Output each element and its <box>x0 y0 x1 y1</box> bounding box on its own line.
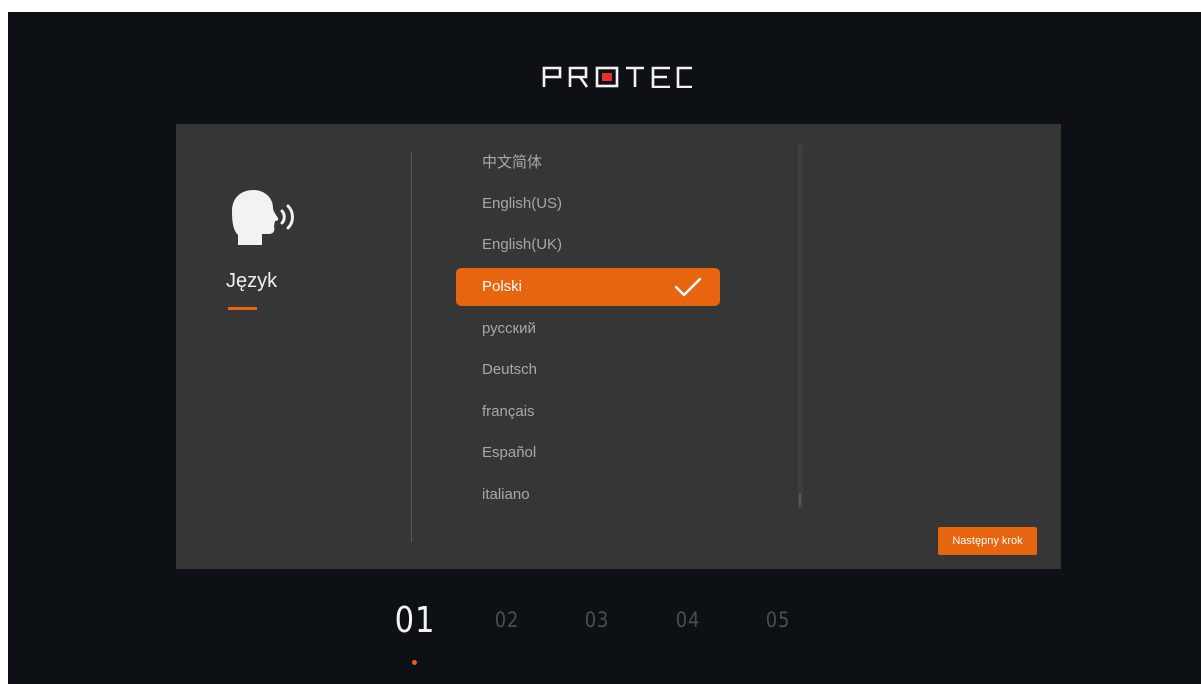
language-option-label: 中文简体 <box>482 154 543 171</box>
protec-logo-mark <box>542 66 692 88</box>
language-option-russian[interactable]: русский <box>456 310 720 348</box>
language-option-label: Español <box>482 444 537 461</box>
language-option-label: Deutsch <box>482 361 538 378</box>
step-04[interactable]: 04 <box>663 608 714 632</box>
language-option-italiano[interactable]: italiano <box>456 476 720 514</box>
scrollbar-thumb[interactable] <box>799 494 801 506</box>
protec-logo <box>538 62 698 92</box>
speaking-head-icon <box>232 190 294 245</box>
language-option-espanol[interactable]: Español <box>456 434 720 472</box>
language-option-francais[interactable]: français <box>456 393 720 431</box>
step-02[interactable]: 02 <box>482 608 533 632</box>
language-option-label: italiano <box>482 486 530 503</box>
language-option-label: русский <box>482 320 536 337</box>
language-list-scrollbar[interactable] <box>798 144 803 510</box>
step-01[interactable]: 01 <box>390 600 441 641</box>
language-list[interactable]: 中文简体 English(US) English(UK) Polski русс… <box>456 144 720 534</box>
language-option-label: français <box>482 403 535 420</box>
language-option-english-us[interactable]: English(US) <box>456 185 720 223</box>
language-option-deutsch[interactable]: Deutsch <box>456 351 720 389</box>
panel-divider <box>411 152 412 542</box>
section-underline <box>228 307 257 310</box>
section-title: Język <box>226 270 278 292</box>
step-03[interactable]: 03 <box>572 608 623 632</box>
step-indicator: 01 02 03 04 05 <box>8 600 1201 668</box>
language-option-label: English(US) <box>482 195 563 212</box>
language-option-chinese[interactable]: 中文简体 <box>456 144 720 182</box>
language-option-label: English(UK) <box>482 236 563 253</box>
language-option-english-uk[interactable]: English(UK) <box>456 226 720 264</box>
active-step-dot <box>412 660 417 665</box>
language-option-polski[interactable]: Polski <box>456 268 720 306</box>
next-step-button[interactable]: Następny krok <box>938 527 1037 555</box>
setup-screen: Język 中文简体 English(US) English(UK) Polsk… <box>8 12 1201 684</box>
step-05[interactable]: 05 <box>753 608 804 632</box>
language-panel: Język 中文简体 English(US) English(UK) Polsk… <box>176 124 1061 569</box>
language-option-label: Polski <box>482 278 523 295</box>
checkmark-icon <box>674 277 702 297</box>
